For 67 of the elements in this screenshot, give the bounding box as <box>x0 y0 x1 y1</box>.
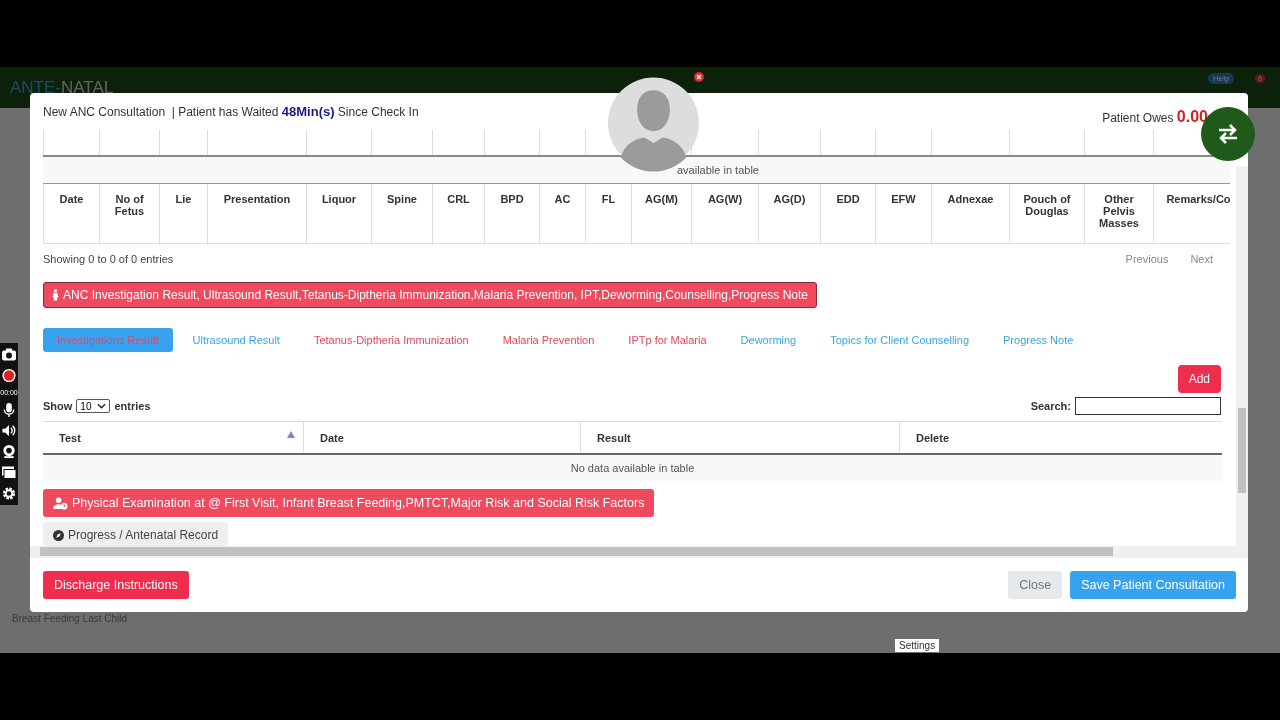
column-header: EFW <box>876 184 932 243</box>
column-header: AG(W) <box>692 184 759 243</box>
record-icon[interactable] <box>1 368 17 383</box>
entries-label: entries <box>114 400 151 412</box>
discharge-button[interactable]: Discharge Instructions <box>43 571 189 599</box>
column-header: Lie <box>160 184 208 243</box>
webcam-icon[interactable] <box>1 444 17 459</box>
person-icon <box>52 289 59 301</box>
section-button[interactable]: ANC Investigation Result, Ultrasound Result,Tetanus-Diptheria Immunization,Malaria Prevention, IPT,Deworming,Counselling,Progress Note <box>43 282 817 308</box>
tab[interactable]: Tetanus-Diptheria Immunization <box>299 328 483 352</box>
column-header: EDD <box>821 184 876 243</box>
close-icon[interactable] <box>694 72 704 82</box>
app-logo: ANTE-NATAL <box>10 77 114 98</box>
column-header: Other Pelvis Masses <box>1085 184 1154 243</box>
column-header: Pouch of Douglas <box>1010 184 1085 243</box>
settings-icon[interactable] <box>1 486 17 501</box>
progress-tab[interactable]: Progress / Antenatal Record <box>43 522 229 546</box>
search-label: Search: <box>1030 400 1071 412</box>
empty-table-message: available in table <box>43 157 1230 184</box>
tab[interactable]: Malaria Prevention <box>488 328 609 352</box>
column-header: BPD <box>485 184 540 243</box>
tooltip: Settings <box>895 639 940 652</box>
camera-icon[interactable] <box>1 347 17 362</box>
scrollbar[interactable] <box>1236 166 1248 546</box>
scrollbar[interactable] <box>30 546 1248 557</box>
column-header: Liquor <box>307 184 372 243</box>
dialog-title: New ANC Consultation | Patient has Waited 48Min(s) Since Check In <box>43 104 419 119</box>
entries-select[interactable]: 10 <box>76 399 111 413</box>
tab[interactable]: IPTp for Malaria <box>614 328 721 352</box>
sort-arrow-icon[interactable] <box>287 431 295 438</box>
tab[interactable]: Progress Note <box>989 328 1088 352</box>
column-header[interactable]: Result <box>597 431 631 444</box>
column-header[interactable]: Test <box>59 431 81 444</box>
compass-icon <box>53 529 64 541</box>
tab[interactable]: Ultrasound Result <box>178 328 294 352</box>
column-header: AG(D) <box>759 184 821 243</box>
tab[interactable]: Deworming <box>726 328 811 352</box>
save-button[interactable]: Save Patient Consultation <box>1070 571 1236 599</box>
column-header: AG(M) <box>632 184 692 243</box>
column-header[interactable]: Date <box>320 431 344 444</box>
swap-arrows-icon <box>1216 124 1240 144</box>
column-header: Date <box>43 184 100 243</box>
add-button[interactable]: Add <box>1177 365 1221 393</box>
column-header: No of Fetus <box>100 184 160 243</box>
previous-link[interactable]: Previous <box>1125 253 1169 265</box>
empty-table-message: No data available in table <box>43 455 1222 481</box>
window-icon[interactable] <box>1 465 17 480</box>
help-badge[interactable]: Help <box>1208 73 1235 84</box>
table-info: Showing 0 to 0 of 0 entries <box>43 253 174 265</box>
patient-owes: Patient Owes 0.00 <box>1102 107 1208 126</box>
close-button[interactable]: Close <box>1008 571 1063 599</box>
column-header: AC <box>540 184 586 243</box>
column-header: FL <box>586 184 632 243</box>
next-link[interactable]: Next <box>1190 253 1213 265</box>
column-header: CRL <box>433 184 485 243</box>
section-button[interactable]: Physical Examination at @ First Visit, Infant Breast Feeding,PMTCT,Major Risk and Social Risk Factors <box>43 489 655 517</box>
tab[interactable]: Topics for Client Counselling <box>816 328 984 352</box>
column-header: Spine <box>372 184 433 243</box>
chevron-icon <box>97 403 107 409</box>
speaker-icon[interactable] <box>1 423 17 438</box>
microphone-icon[interactable] <box>1 402 17 417</box>
column-header[interactable]: Delete <box>916 431 950 444</box>
user-clock-icon <box>53 496 68 510</box>
column-header: Adnexae <box>932 184 1010 243</box>
search-field[interactable] <box>1075 397 1221 415</box>
show-label: Show <box>43 400 73 412</box>
column-header: Presentation <box>208 184 307 243</box>
